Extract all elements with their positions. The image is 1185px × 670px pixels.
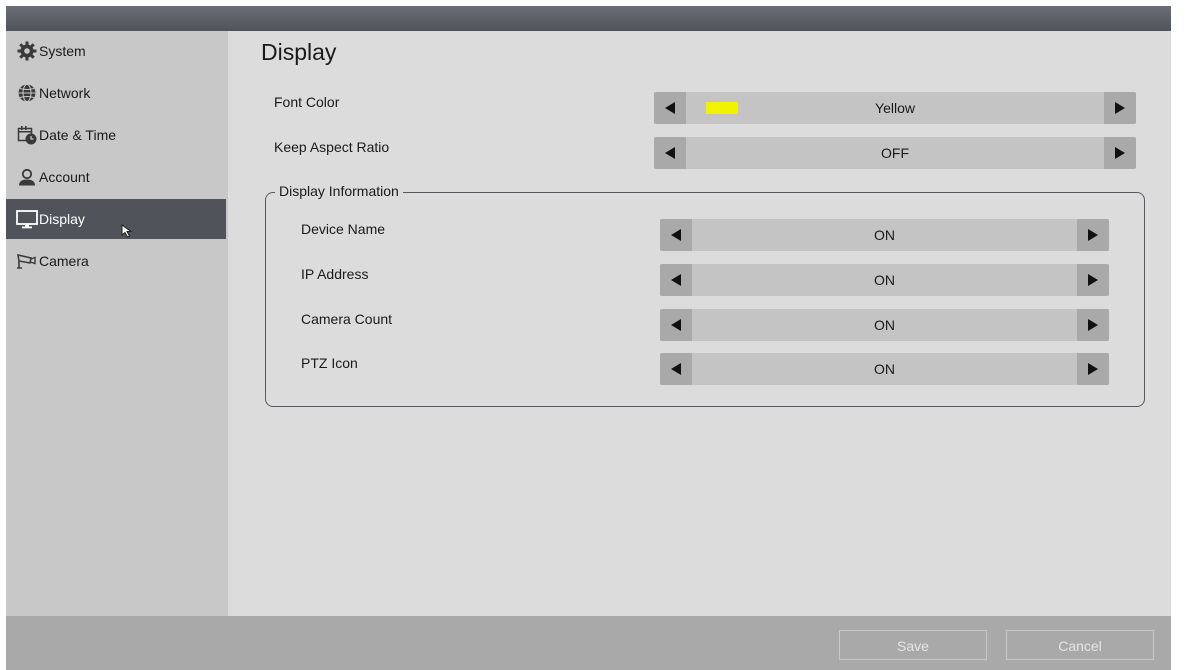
sidebar-item-label: Display xyxy=(39,211,85,227)
font-color-value: Yellow xyxy=(875,100,915,116)
font-color-next-button[interactable] xyxy=(1104,92,1136,124)
device-name-prev-button[interactable] xyxy=(660,219,692,251)
sidebar-item-camera[interactable]: Camera xyxy=(6,241,226,281)
triangle-left-icon xyxy=(671,274,681,286)
camera-count-next-button[interactable] xyxy=(1077,309,1109,341)
sidebar-item-network[interactable]: Network xyxy=(6,73,226,113)
ip-address-selector: ON xyxy=(660,264,1109,296)
triangle-right-icon xyxy=(1115,147,1125,159)
ip-address-label: IP Address xyxy=(301,266,369,282)
calendar-clock-icon xyxy=(16,124,38,146)
camera-count-value: ON xyxy=(874,317,895,333)
camera-count-prev-button[interactable] xyxy=(660,309,692,341)
globe-icon xyxy=(16,82,38,104)
triangle-right-icon xyxy=(1088,319,1098,331)
device-name-label: Device Name xyxy=(301,221,386,237)
ip-address-prev-button[interactable] xyxy=(660,264,692,296)
mouse-cursor-icon xyxy=(121,224,135,243)
sidebar-item-date-time[interactable]: Date & Time xyxy=(6,115,226,155)
ptz-icon-prev-button[interactable] xyxy=(660,353,692,385)
ptz-icon-label: PTZ Icon xyxy=(301,355,358,371)
keep-aspect-ratio-label: Keep Aspect Ratio xyxy=(274,139,390,155)
font-color-prev-button[interactable] xyxy=(654,92,686,124)
main-panel: Display Font Color Yellow Keep Aspect Ra… xyxy=(228,31,1171,616)
triangle-right-icon xyxy=(1115,102,1125,114)
sidebar-item-system[interactable]: System xyxy=(6,31,226,71)
font-color-selector: Yellow xyxy=(654,92,1136,124)
triangle-right-icon xyxy=(1088,229,1098,241)
triangle-left-icon xyxy=(671,363,681,375)
settings-window: System Network Date & Time Account Displ… xyxy=(6,6,1171,670)
triangle-left-icon xyxy=(671,319,681,331)
footer-bar: Save Cancel xyxy=(6,616,1171,670)
sidebar: System Network Date & Time Account Displ… xyxy=(6,31,228,616)
gear-icon xyxy=(16,40,38,62)
ptz-icon-value: ON xyxy=(874,361,895,377)
device-name-value: ON xyxy=(874,227,895,243)
page-title: Display xyxy=(261,39,337,65)
keep-aspect-ratio-prev-button[interactable] xyxy=(654,137,686,169)
keep-aspect-ratio-selector: OFF xyxy=(654,137,1136,169)
sidebar-item-label: Camera xyxy=(39,253,89,269)
triangle-right-icon xyxy=(1088,363,1098,375)
keep-aspect-ratio-next-button[interactable] xyxy=(1104,137,1136,169)
device-name-next-button[interactable] xyxy=(1077,219,1109,251)
keep-aspect-ratio-value: OFF xyxy=(881,145,909,161)
triangle-right-icon xyxy=(1088,274,1098,286)
sidebar-item-label: Network xyxy=(39,85,91,101)
ip-address-value: ON xyxy=(874,272,895,288)
save-button[interactable]: Save xyxy=(839,630,987,660)
ip-address-next-button[interactable] xyxy=(1077,264,1109,296)
sidebar-item-label: System xyxy=(39,43,86,59)
cancel-button[interactable]: Cancel xyxy=(1006,630,1154,660)
monitor-icon xyxy=(16,208,38,230)
ptz-icon-selector: ON xyxy=(660,353,1109,385)
triangle-left-icon xyxy=(665,102,675,114)
sidebar-item-account[interactable]: Account xyxy=(6,157,226,197)
font-color-label: Font Color xyxy=(274,94,340,110)
ptz-icon-next-button[interactable] xyxy=(1077,353,1109,385)
triangle-left-icon xyxy=(671,229,681,241)
camera-count-selector: ON xyxy=(660,309,1109,341)
group-title: Display Information xyxy=(275,183,403,199)
sidebar-item-label: Date & Time xyxy=(39,127,117,143)
device-name-selector: ON xyxy=(660,219,1109,251)
camera-icon xyxy=(16,250,38,272)
title-bar xyxy=(6,6,1171,31)
triangle-left-icon xyxy=(665,147,675,159)
sidebar-item-label: Account xyxy=(39,169,90,185)
user-icon xyxy=(16,166,38,188)
sidebar-item-display[interactable]: Display xyxy=(6,199,226,239)
camera-count-label: Camera Count xyxy=(301,311,393,327)
